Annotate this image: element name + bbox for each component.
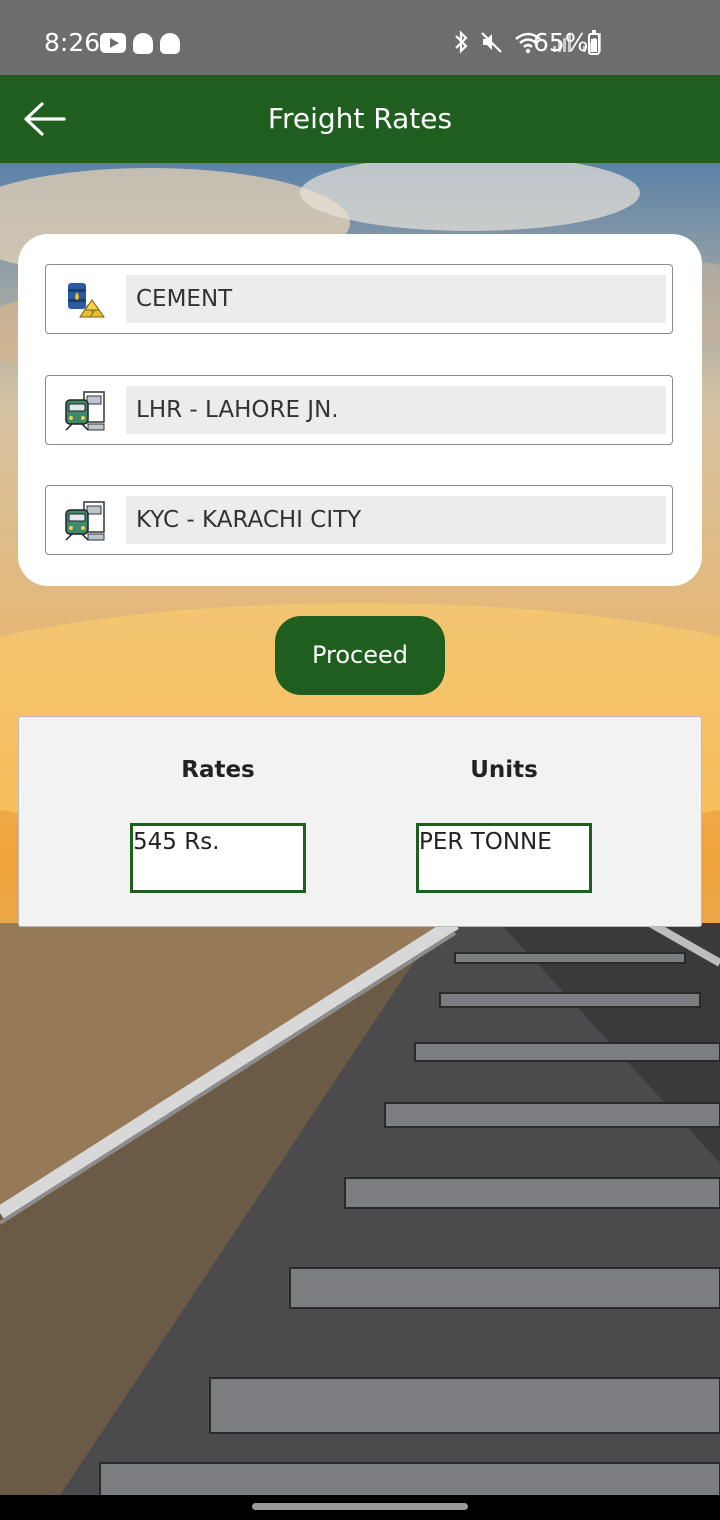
app-bar: Freight Rates xyxy=(0,75,720,163)
battery-percent: 65% xyxy=(533,28,589,57)
unit-value: PER TONNE xyxy=(416,823,592,893)
mute-icon xyxy=(481,32,502,53)
proceed-button[interactable]: Proceed xyxy=(275,616,445,695)
notification-icons xyxy=(100,33,180,54)
youtube-icon xyxy=(100,33,126,53)
train-station-icon xyxy=(65,391,105,431)
freight-form-card: CEMENT LHR - LAHORE JN. KYC - KARACHI CI… xyxy=(18,234,702,586)
to-station-field[interactable]: KYC - KARACHI CITY xyxy=(45,485,673,555)
from-station-input[interactable]: LHR - LAHORE JN. xyxy=(126,386,666,434)
battery-icon xyxy=(588,30,600,55)
navigation-bar xyxy=(0,1495,720,1520)
page-title: Freight Rates xyxy=(267,102,453,135)
units-header: Units xyxy=(470,757,538,783)
snapchat-icon xyxy=(160,33,180,54)
from-station-field[interactable]: LHR - LAHORE JN. xyxy=(45,375,673,445)
train-station-icon xyxy=(65,501,105,541)
status-bar: 8:26 65% xyxy=(0,0,720,75)
to-station-input[interactable]: KYC - KARACHI CITY xyxy=(126,496,666,544)
cement-barrel-icon xyxy=(68,283,105,318)
status-time: 8:26 xyxy=(44,28,101,57)
commodity-input[interactable]: CEMENT xyxy=(126,275,666,323)
commodity-field[interactable]: CEMENT xyxy=(45,264,673,334)
snapchat-icon xyxy=(133,33,153,54)
rate-value: 545 Rs. xyxy=(130,823,306,893)
rates-header: Rates xyxy=(181,757,255,783)
results-panel: Rates Units 545 Rs. PER TONNE xyxy=(18,716,702,927)
bluetooth-icon xyxy=(455,30,468,54)
home-gesture-handle[interactable] xyxy=(252,1503,468,1510)
